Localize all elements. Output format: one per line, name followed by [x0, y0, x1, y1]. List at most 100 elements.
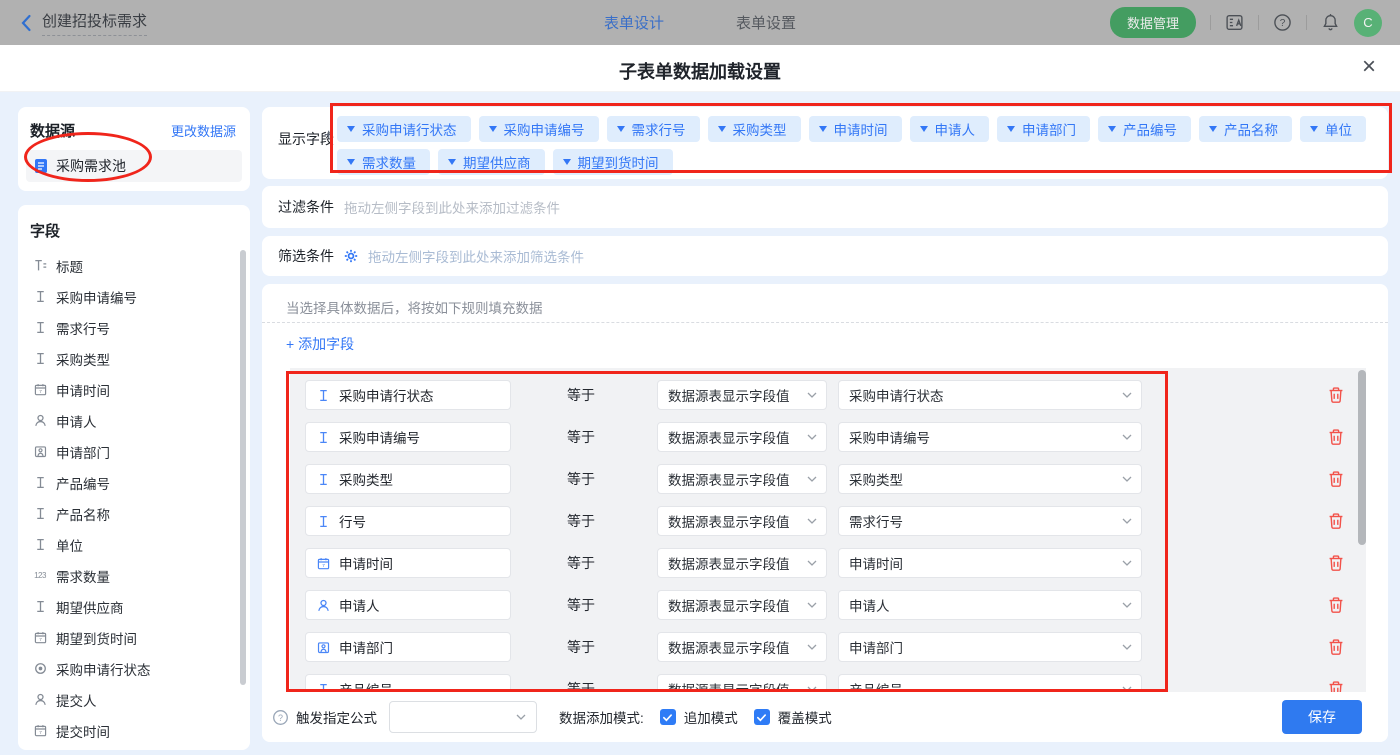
delete-rule-icon[interactable]: [1327, 386, 1345, 404]
topbar-tabs: 表单设计 表单设置: [604, 12, 796, 33]
field-item[interactable]: 提交人: [18, 684, 250, 715]
rules-scrollbar[interactable]: [1358, 370, 1366, 545]
field-item[interactable]: 单位: [18, 529, 250, 560]
display-field-tag[interactable]: 产品名称: [1199, 116, 1292, 142]
rule-target-select[interactable]: 申请部门: [838, 632, 1142, 662]
rule-field-box[interactable]: 行号: [305, 506, 511, 536]
rule-source-select[interactable]: 数据源表显示字段值: [657, 464, 827, 494]
display-field-tag[interactable]: 申请人: [910, 116, 990, 142]
rule-field-box[interactable]: 采购申请编号: [305, 422, 511, 452]
sieve-dropzone[interactable]: 拖动左侧字段到此处来添加筛选条件: [368, 246, 584, 266]
append-mode-checkbox[interactable]: 追加模式: [660, 707, 738, 727]
rule-field-label: 申请人: [339, 595, 380, 615]
field-item[interactable]: 需求行号: [18, 312, 250, 343]
rule-field-label: 产品编号: [339, 679, 393, 692]
rule-field-box[interactable]: 申请人: [305, 590, 511, 620]
display-field-tag[interactable]: 采购类型: [708, 116, 801, 142]
display-field-tag[interactable]: 需求行号: [607, 116, 700, 142]
rule-source-select[interactable]: 数据源表显示字段值: [657, 380, 827, 410]
modal-title: 子表单数据加载设置: [0, 58, 1400, 84]
translate-icon[interactable]: [1225, 13, 1244, 32]
rule-source-select[interactable]: 数据源表显示字段值: [657, 548, 827, 578]
display-field-tag[interactable]: 采购申请行状态: [337, 116, 471, 142]
field-item[interactable]: 采购申请编号: [18, 281, 250, 312]
data-add-mode-label: 数据添加模式:: [559, 707, 644, 727]
bell-icon[interactable]: [1321, 13, 1340, 32]
rule-source-select[interactable]: 数据源表显示字段值: [657, 674, 827, 692]
add-display-field-button[interactable]: +: [324, 127, 333, 145]
delete-rule-icon[interactable]: [1327, 512, 1345, 530]
field-item[interactable]: 申请部门: [18, 436, 250, 467]
field-item[interactable]: 7 提交时间: [18, 715, 250, 746]
delete-rule-icon[interactable]: [1327, 638, 1345, 656]
tab-form-settings[interactable]: 表单设置: [736, 12, 796, 33]
datasource-item-label: 采购需求池: [56, 156, 126, 176]
help-icon[interactable]: ?: [1273, 13, 1292, 32]
add-field-button[interactable]: + 添加字段: [286, 334, 354, 354]
caret-down-icon: [1310, 126, 1318, 132]
rule-source-select[interactable]: 数据源表显示字段值: [657, 590, 827, 620]
rule-source-select[interactable]: 数据源表显示字段值: [657, 632, 827, 662]
rule-target-select[interactable]: 采购类型: [838, 464, 1142, 494]
field-item[interactable]: 采购类型: [18, 343, 250, 374]
rule-source-select[interactable]: 数据源表显示字段值: [657, 422, 827, 452]
form-title[interactable]: 创建招投标需求: [42, 10, 147, 36]
display-field-tag[interactable]: 需求数量: [337, 149, 430, 175]
back-icon[interactable]: [20, 14, 32, 32]
delete-rule-icon[interactable]: [1327, 554, 1345, 572]
rule-source-select[interactable]: 数据源表显示字段值: [657, 506, 827, 536]
overwrite-mode-label: 覆盖模式: [778, 707, 832, 727]
save-button[interactable]: 保存: [1282, 700, 1362, 734]
display-field-tag[interactable]: 单位: [1300, 116, 1366, 142]
rule-field-box[interactable]: 采购申请行状态: [305, 380, 511, 410]
close-icon[interactable]: ×: [1362, 53, 1376, 81]
rule-target-select[interactable]: 需求行号: [838, 506, 1142, 536]
rule-target-select[interactable]: 申请时间: [838, 548, 1142, 578]
field-item[interactable]: 产品名称: [18, 498, 250, 529]
delete-rule-icon[interactable]: [1327, 470, 1345, 488]
caret-down-icon: [448, 159, 456, 165]
field-item[interactable]: 期望供应商: [18, 591, 250, 622]
filter-dropzone[interactable]: 拖动左侧字段到此处来添加过滤条件: [344, 197, 560, 217]
rule-field-box[interactable]: 采购类型: [305, 464, 511, 494]
display-field-tag[interactable]: 产品编号: [1098, 116, 1191, 142]
display-field-tag[interactable]: 申请时间: [809, 116, 902, 142]
display-field-tag[interactable]: 采购申请编号: [479, 116, 599, 142]
field-item[interactable]: 申请人: [18, 405, 250, 436]
rule-field-box[interactable]: 产品编号: [305, 674, 511, 692]
fields-scrollbar[interactable]: [240, 250, 246, 685]
field-item[interactable]: 产品编号: [18, 467, 250, 498]
display-field-tag[interactable]: 申请部门: [997, 116, 1090, 142]
overwrite-mode-checkbox[interactable]: 覆盖模式: [754, 707, 832, 727]
rule-target-select[interactable]: 产品编号: [838, 674, 1142, 692]
rule-target-select[interactable]: 采购申请行状态: [838, 380, 1142, 410]
delete-rule-icon[interactable]: [1327, 428, 1345, 446]
user-avatar[interactable]: C: [1354, 9, 1382, 37]
field-item[interactable]: 7 期望到货时间: [18, 622, 250, 653]
rule-target-select[interactable]: 申请人: [838, 590, 1142, 620]
delete-rule-icon[interactable]: [1327, 596, 1345, 614]
gear-icon[interactable]: [344, 249, 358, 263]
datasource-item[interactable]: 采购需求池: [26, 150, 242, 182]
text-icon: [316, 682, 330, 692]
formula-select[interactable]: [389, 701, 537, 733]
rule-target-select[interactable]: 采购申请编号: [838, 422, 1142, 452]
rule-field-box[interactable]: 7 申请时间: [305, 548, 511, 578]
data-manage-button[interactable]: 数据管理: [1110, 7, 1196, 38]
rule-operator: 等于: [567, 553, 657, 573]
field-item[interactable]: 采购申请行状态: [18, 653, 250, 684]
rule-field-box[interactable]: 申请部门: [305, 632, 511, 662]
date-icon: 7: [316, 556, 330, 570]
field-item[interactable]: 7 申请时间: [18, 374, 250, 405]
change-datasource-link[interactable]: 更改数据源: [171, 121, 236, 140]
field-item[interactable]: 123 需求数量: [18, 560, 250, 591]
display-field-tag[interactable]: 期望到货时间: [553, 149, 673, 175]
modal-body: 数据源 更改数据源 采购需求池 字段 标题 采购申请编号 需求行号 采购类型 7…: [0, 92, 1400, 755]
field-item[interactable]: 标题: [18, 250, 250, 281]
rule-field-label: 采购申请编号: [339, 427, 420, 447]
divider: [1210, 15, 1211, 30]
rule-row: 申请人 等于 数据源表显示字段值 申请人: [290, 584, 1366, 626]
display-field-tag[interactable]: 期望供应商: [438, 149, 545, 175]
tab-form-design[interactable]: 表单设计: [604, 12, 664, 33]
delete-rule-icon[interactable]: [1327, 680, 1345, 692]
